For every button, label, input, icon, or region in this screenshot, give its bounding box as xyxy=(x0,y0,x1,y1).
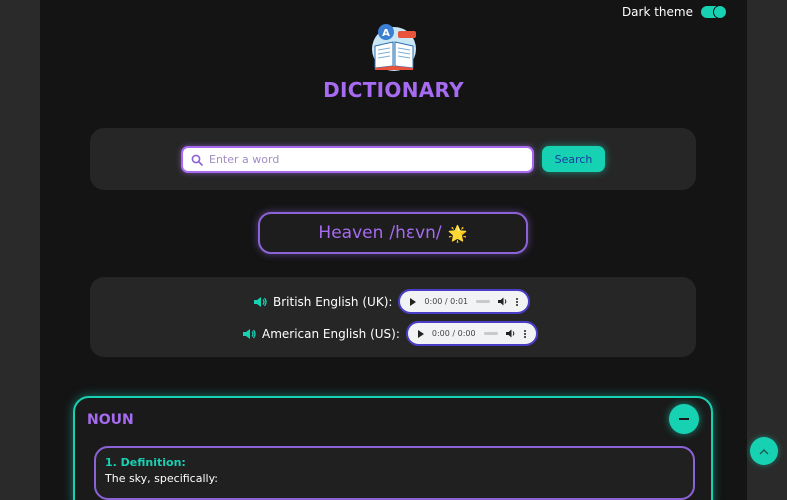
speaker-icon[interactable] xyxy=(242,328,256,340)
search-input[interactable] xyxy=(209,153,519,166)
search-icon xyxy=(191,154,203,166)
pronunciation-us: American English (US): 0:00 / 0:00 xyxy=(242,321,538,346)
audio-seek-bar[interactable] xyxy=(476,300,491,303)
definition-text: The sky, specifically: xyxy=(105,472,218,485)
app-title: DICTIONARY xyxy=(323,78,464,102)
minus-icon xyxy=(679,418,689,420)
audio-seek-bar[interactable] xyxy=(483,332,498,335)
audio-time: 0:00 / 0:00 xyxy=(431,329,476,338)
headword: Heaven xyxy=(318,223,384,243)
svg-text:A: A xyxy=(382,28,390,39)
theme-switch[interactable] xyxy=(701,5,727,19)
volume-icon[interactable] xyxy=(498,297,508,306)
audio-player-us[interactable]: 0:00 / 0:00 xyxy=(405,321,538,346)
definition-label: 1. Definition: xyxy=(105,456,186,469)
pronunciation-uk: British English (UK): 0:00 / 0:01 xyxy=(253,289,531,314)
play-icon[interactable] xyxy=(410,297,417,306)
theme-toggle[interactable]: Dark theme xyxy=(621,5,727,19)
collapse-button[interactable] xyxy=(669,404,699,434)
dictionary-book-icon: A xyxy=(372,24,416,71)
part-of-speech-title: NOUN xyxy=(87,412,134,428)
theme-toggle-label: Dark theme xyxy=(621,5,693,19)
speaker-icon[interactable] xyxy=(253,296,267,308)
meaning-card-noun: NOUN 1. Definition: The sky, specificall… xyxy=(73,396,713,500)
definition-box: 1. Definition: The sky, specifically: xyxy=(94,446,695,500)
star-emoji-icon: 🌟 xyxy=(447,223,468,243)
theme-switch-knob xyxy=(713,5,727,19)
more-options-icon[interactable] xyxy=(523,329,526,338)
audio-player-uk[interactable]: 0:00 / 0:01 xyxy=(398,289,531,314)
search-button[interactable]: Search xyxy=(542,146,605,172)
volume-icon[interactable] xyxy=(505,329,516,338)
more-options-icon[interactable] xyxy=(516,297,519,306)
pronunciation-label: British English (UK): xyxy=(273,294,393,309)
chevron-up-icon xyxy=(759,448,769,454)
scroll-to-top-button[interactable] xyxy=(750,437,778,465)
search-field[interactable] xyxy=(181,146,534,173)
pronunciation-label: American English (US): xyxy=(262,326,400,341)
word-heading: Heaven /hɛvn/🌟 xyxy=(258,212,528,254)
audio-time: 0:00 / 0:01 xyxy=(424,297,469,306)
play-icon[interactable] xyxy=(417,329,424,338)
phonetic: /hɛvn/ xyxy=(389,223,442,243)
